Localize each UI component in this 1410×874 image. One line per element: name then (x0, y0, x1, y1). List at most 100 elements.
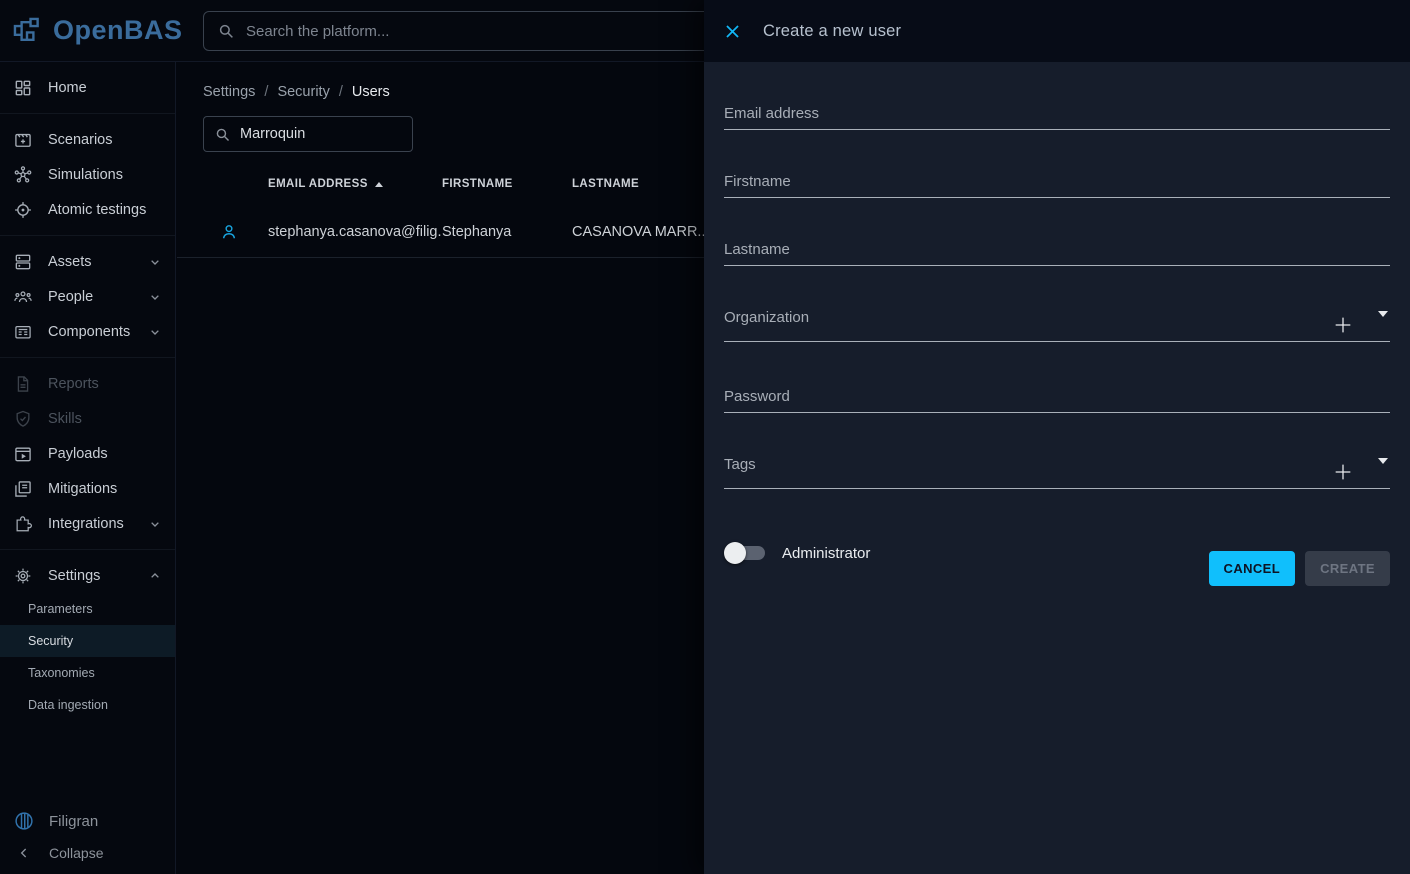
sidebar-section-operations: Scenarios Simulations Atomic testings (0, 114, 175, 236)
chevron-down-icon (147, 324, 163, 340)
sidebar-item-integrations[interactable]: Integrations (0, 506, 175, 541)
drawer-header: Create a new user (704, 0, 1410, 62)
users-filter-input[interactable] (240, 126, 402, 142)
sidebar-section-entities: Assets People (0, 236, 175, 358)
tags-field[interactable]: Tags (724, 456, 1390, 489)
sidebar-item-label: Assets (48, 254, 92, 270)
column-header-firstname[interactable]: FIRSTNAME (442, 178, 572, 190)
filigran-link[interactable]: Filigran (0, 804, 175, 838)
sidebar-subitem-label: Taxonomies (28, 666, 95, 680)
sidebar-item-label: Atomic testings (48, 202, 146, 218)
sidebar-item-components[interactable]: Components (0, 314, 175, 349)
cancel-button[interactable]: CANCEL (1209, 551, 1296, 586)
sidebar-section-home: Home (0, 62, 175, 114)
column-header-email[interactable]: EMAIL ADDRESS (268, 178, 442, 190)
tags-field-label: Tags (724, 456, 1390, 473)
chevron-up-icon (147, 568, 163, 584)
sidebar-item-label: Payloads (48, 446, 108, 462)
switch-knob (724, 542, 746, 564)
sidebar-item-skills[interactable]: Skills (0, 401, 175, 436)
sidebar-item-label: Integrations (48, 516, 124, 532)
form-footer: Administrator CANCEL CREATE (724, 535, 1390, 586)
groups-icon (13, 287, 33, 307)
breadcrumb-settings[interactable]: Settings (203, 84, 255, 100)
caret-down-icon (1378, 311, 1388, 332)
add-tag-button[interactable] (1332, 461, 1354, 483)
sidebar-item-label: People (48, 289, 93, 305)
administrator-toggle-row: Administrator (724, 541, 870, 565)
chevron-down-icon (147, 289, 163, 305)
close-drawer-button[interactable] (720, 19, 744, 43)
breadcrumb-security[interactable]: Security (277, 84, 329, 100)
table-row[interactable]: stephanya.casanova@filig... Stephanya CA… (177, 206, 737, 258)
chevron-down-icon (147, 516, 163, 532)
filigran-label: Filigran (49, 813, 98, 830)
sidebar-item-people[interactable]: People (0, 279, 175, 314)
sidebar-item-simulations[interactable]: Simulations (0, 157, 175, 192)
sidebar-item-settings[interactable]: Settings (0, 558, 175, 593)
sidebar-item-label: Scenarios (48, 132, 112, 148)
tags-dropdown-button[interactable] (1376, 460, 1390, 483)
play-box-icon (13, 444, 33, 464)
sidebar-item-label: Settings (48, 568, 100, 584)
breadcrumb-users: Users (352, 84, 390, 100)
platform-search-input[interactable] (246, 23, 749, 40)
lastname-field[interactable]: Lastname (724, 241, 1390, 266)
sidebar-item-mitigations[interactable]: Mitigations (0, 471, 175, 506)
hub-icon (13, 165, 33, 185)
sidebar-item-label: Simulations (48, 167, 123, 183)
create-user-form: Email address Firstname Lastname Organiz… (704, 62, 1410, 586)
email-field[interactable]: Email address (724, 105, 1390, 130)
sidebar-section-settings: Settings Parameters Security Taxonomies … (0, 550, 175, 729)
sidebar-item-taxonomies[interactable]: Taxonomies (0, 657, 175, 689)
app-logo[interactable]: OpenBAS (0, 14, 176, 48)
sidebar-item-security[interactable]: Security (0, 625, 175, 657)
sidebar-item-reports[interactable]: Reports (0, 366, 175, 401)
sidebar-item-parameters[interactable]: Parameters (0, 593, 175, 625)
sidebar-item-label: Reports (48, 376, 99, 392)
breadcrumb-separator: / (264, 84, 268, 100)
breadcrumb: Settings / Security / Users (203, 84, 390, 100)
chevron-down-icon (147, 254, 163, 270)
add-organization-button[interactable] (1332, 314, 1354, 336)
sidebar-item-payloads[interactable]: Payloads (0, 436, 175, 471)
sort-asc-icon (375, 182, 383, 187)
collapse-label: Collapse (49, 845, 103, 861)
brand-name: OpenBAS (53, 15, 183, 46)
users-table: EMAIL ADDRESS FIRSTNAME LASTNAME stephan… (177, 170, 737, 258)
password-field-label: Password (724, 388, 1390, 412)
organization-dropdown-button[interactable] (1376, 313, 1390, 336)
sidebar-item-home[interactable]: Home (0, 70, 175, 105)
firstname-field[interactable]: Firstname (724, 173, 1390, 198)
administrator-switch[interactable] (724, 541, 768, 565)
sidebar-item-assets[interactable]: Assets (0, 244, 175, 279)
dashboard-icon (13, 78, 33, 98)
sidebar-item-label: Home (48, 80, 87, 96)
search-icon (217, 22, 235, 40)
file-icon (13, 374, 33, 394)
target-icon (13, 200, 33, 220)
sidebar-item-scenarios[interactable]: Scenarios (0, 122, 175, 157)
drawer-title: Create a new user (763, 22, 901, 41)
table-header-row: EMAIL ADDRESS FIRSTNAME LASTNAME (177, 170, 737, 198)
create-button[interactable]: CREATE (1305, 551, 1390, 586)
caret-down-icon (1378, 458, 1388, 479)
sidebar-item-data-ingestion[interactable]: Data ingestion (0, 689, 175, 721)
administrator-label: Administrator (782, 545, 870, 562)
email-field-label: Email address (724, 105, 1390, 129)
password-field[interactable]: Password (724, 388, 1390, 413)
sidebar-item-atomic-testings[interactable]: Atomic testings (0, 192, 175, 227)
collapse-sidebar-button[interactable]: Collapse (0, 838, 175, 868)
filigran-logo-icon (13, 810, 35, 832)
organization-field[interactable]: Organization (724, 309, 1390, 342)
cell-firstname: Stephanya (442, 224, 572, 240)
users-filter[interactable] (203, 116, 413, 152)
movie-icon (13, 130, 33, 150)
shield-check-icon (13, 409, 33, 429)
sidebar-item-label: Skills (48, 411, 82, 427)
sidebar-section-libraries: Reports Skills Payloads (0, 358, 175, 550)
platform-search[interactable] (203, 11, 763, 51)
sidebar-subitem-label: Security (28, 634, 73, 648)
organization-field-label: Organization (724, 309, 1390, 326)
sidebar-item-label: Components (48, 324, 130, 340)
